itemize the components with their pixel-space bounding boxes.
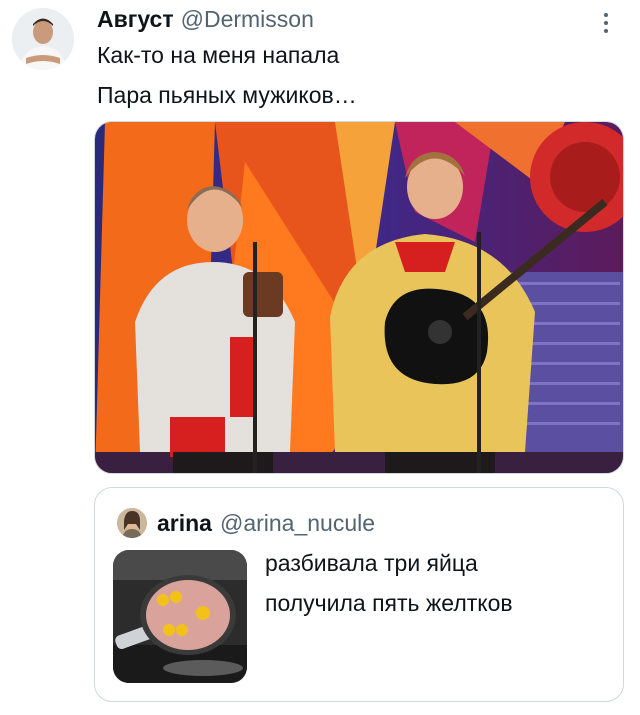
tweet: Август @Dermisson Как-то на меня напала … (0, 0, 640, 715)
tweet-text-line-2: Пара пьяных мужиков… (97, 82, 357, 108)
more-options-icon[interactable] (596, 10, 616, 36)
user-avatar-icon (117, 508, 147, 538)
tweet-text-line-1: Как-то на меня напала (97, 42, 340, 68)
quoted-author-avatar[interactable] (117, 508, 147, 538)
tweet-media-image[interactable] (94, 121, 624, 474)
photo-frying-pan-eggs-icon (113, 550, 247, 683)
quoted-tweet[interactable]: arina @arina_nucule разбивала три яйца п… (94, 487, 624, 702)
quoted-author-handle[interactable]: @arina_nucule (220, 510, 375, 537)
photo-two-singers-icon (95, 122, 623, 473)
quoted-tweet-text-line-2: получила пять желтков (265, 590, 513, 616)
quoted-author-display-name[interactable]: arina (157, 510, 212, 537)
author-display-name[interactable]: Август (97, 6, 174, 33)
quoted-tweet-media-image[interactable] (113, 550, 247, 683)
tweet-header: Август @Dermisson (97, 6, 314, 36)
user-avatar-icon (12, 8, 74, 70)
author-avatar[interactable] (12, 8, 74, 70)
quoted-tweet-text-line-1: разбивала три яйца (265, 550, 478, 576)
author-handle[interactable]: @Dermisson (181, 6, 314, 33)
quoted-tweet-header: arina @arina_nucule (157, 508, 375, 538)
